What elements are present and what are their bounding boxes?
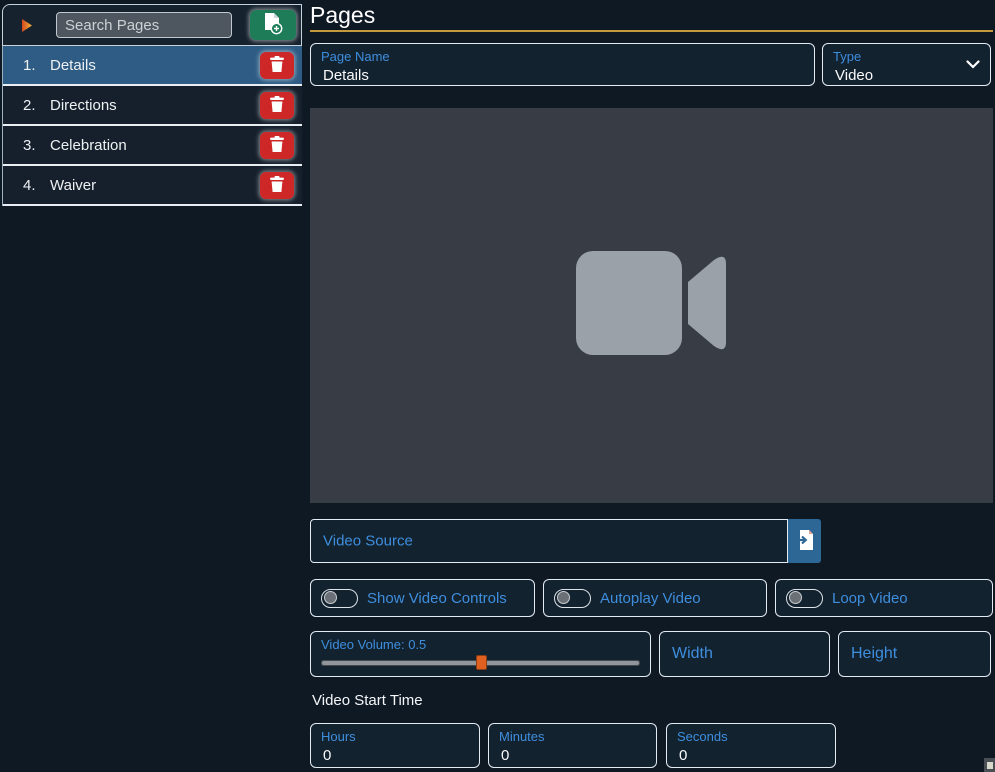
title-underline — [310, 30, 993, 32]
height-label: Height — [851, 645, 898, 662]
sidebar-header — [2, 4, 302, 46]
pages-sidebar: 1. Details 2. Directions — [2, 4, 302, 206]
sidebar-item-directions[interactable]: 2. Directions — [3, 86, 302, 126]
page-title: Pages — [310, 2, 376, 28]
item-number: 3. — [23, 136, 36, 154]
add-page-button[interactable] — [250, 10, 296, 40]
page-name-label: Page Name — [321, 49, 390, 64]
page-name-value: Details — [323, 67, 369, 84]
scrollbar-corner[interactable] — [984, 758, 995, 772]
minutes-value: 0 — [501, 747, 510, 764]
hours-field[interactable]: Hours 0 — [310, 723, 480, 768]
width-label: Width — [672, 645, 713, 662]
video-source-row: Video Source — [310, 519, 821, 563]
chevron-down-icon — [966, 56, 980, 74]
type-value: Video — [835, 67, 874, 84]
item-label: Directions — [50, 96, 117, 114]
trash-icon — [270, 175, 284, 195]
autoplay-video-toggle[interactable]: Autoplay Video — [543, 579, 767, 617]
loop-video-toggle[interactable]: Loop Video — [775, 579, 993, 617]
volume-slider[interactable] — [321, 655, 640, 670]
delete-page-button[interactable] — [260, 131, 294, 159]
item-number: 4. — [23, 176, 36, 194]
file-import-icon — [795, 529, 815, 554]
seconds-label: Seconds — [677, 729, 728, 744]
sidebar-item-celebration[interactable]: 3. Celebration — [3, 126, 302, 166]
pages-panel: Pages Page Name Details Type Video Video… — [310, 0, 995, 772]
sidebar-item-details[interactable]: 1. Details — [3, 46, 302, 86]
video-source-label: Video Source — [323, 532, 413, 550]
delete-page-button[interactable] — [260, 171, 294, 199]
browse-video-source-button[interactable] — [788, 519, 821, 563]
page-name-field[interactable]: Page Name Details — [310, 43, 815, 86]
trash-icon — [270, 55, 284, 75]
trash-icon — [270, 135, 284, 155]
video-volume-field: Video Volume: 0.5 — [310, 631, 651, 677]
search-pages-input[interactable] — [56, 12, 232, 38]
item-label: Details — [50, 56, 96, 74]
type-label: Type — [833, 49, 862, 64]
sidebar-item-waiver[interactable]: 4. Waiver — [3, 166, 302, 206]
toggle-label: Autoplay Video — [600, 589, 701, 607]
toggle-off-icon — [554, 588, 591, 608]
collapse-sidebar-arrow-icon[interactable] — [21, 18, 33, 33]
minutes-field[interactable]: Minutes 0 — [488, 723, 657, 768]
toggle-label: Show Video Controls — [367, 589, 507, 607]
video-source-field[interactable]: Video Source — [310, 519, 788, 563]
type-select[interactable]: Type Video — [822, 43, 991, 86]
document-plus-icon — [263, 12, 283, 38]
hours-label: Hours — [321, 729, 356, 744]
item-number: 1. — [23, 56, 36, 74]
delete-page-button[interactable] — [260, 91, 294, 119]
video-start-time-heading: Video Start Time — [312, 692, 423, 709]
video-volume-label: Video Volume: 0.5 — [321, 637, 427, 652]
delete-page-button[interactable] — [260, 51, 294, 79]
toggle-off-icon — [786, 588, 823, 608]
video-preview-placeholder — [310, 108, 993, 503]
item-number: 2. — [23, 96, 36, 114]
page-list: 1. Details 2. Directions 3. Celebration … — [2, 46, 302, 206]
toggle-off-icon — [321, 588, 358, 608]
minutes-label: Minutes — [499, 729, 545, 744]
show-video-controls-toggle[interactable]: Show Video Controls — [310, 579, 535, 617]
toggle-label: Loop Video — [832, 589, 908, 607]
video-camera-icon — [575, 251, 728, 360]
height-field[interactable]: Height — [838, 631, 991, 677]
item-label: Celebration — [50, 136, 127, 154]
volume-slider-thumb[interactable] — [475, 655, 487, 670]
trash-icon — [270, 95, 284, 115]
width-field[interactable]: Width — [659, 631, 830, 677]
item-label: Waiver — [50, 176, 97, 194]
seconds-field[interactable]: Seconds 0 — [666, 723, 836, 768]
seconds-value: 0 — [679, 747, 688, 764]
hours-value: 0 — [323, 747, 332, 764]
scrollbar-corner-grip — [986, 761, 993, 769]
